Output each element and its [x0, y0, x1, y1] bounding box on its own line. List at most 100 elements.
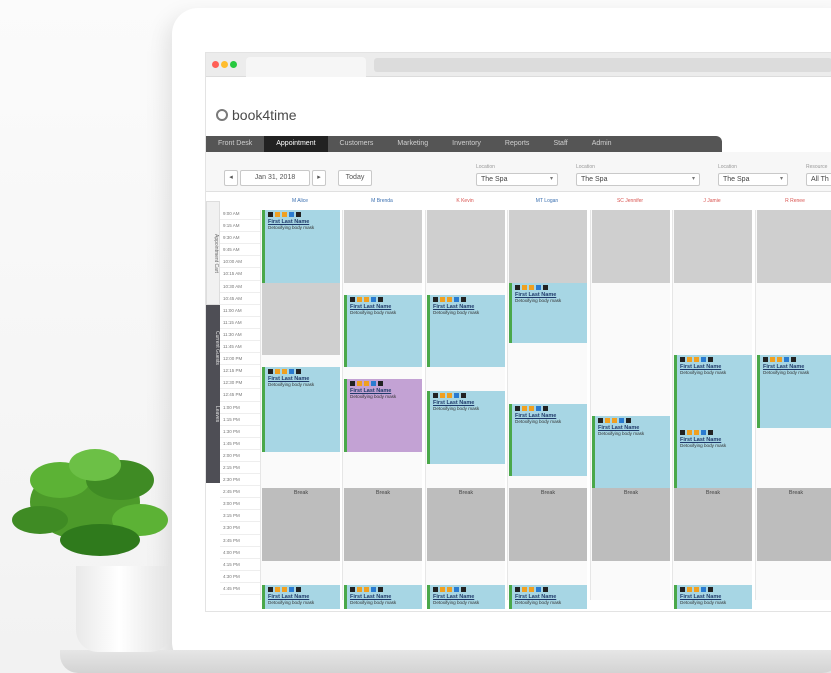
time-slot-label: 11:30 AM — [220, 329, 260, 342]
time-slot-label: 2:00 PM — [220, 450, 260, 462]
star-icon — [275, 369, 280, 375]
appointment-card[interactable]: First Last Name Detoxifying body mask — [344, 294, 422, 368]
browser-tab[interactable] — [246, 57, 366, 77]
break-block: Break — [592, 488, 670, 561]
staff-column[interactable]: First Last Name Detoxifying body mask Firs… — [425, 210, 505, 610]
appointment-status-icons — [515, 405, 584, 411]
calendar-icon — [680, 357, 685, 363]
nav-item-reports[interactable]: Reports — [493, 136, 542, 152]
gift-icon — [447, 587, 452, 592]
appointment-card[interactable]: First Last Name Detoxifying body mask — [262, 585, 340, 610]
prev-day-button[interactable]: ◂ — [224, 170, 238, 186]
appointment-card[interactable]: First Last Name Detoxifying body mask — [262, 367, 340, 452]
star-icon — [522, 284, 527, 290]
appointment-service: Detoxifying body mask — [515, 418, 562, 424]
appointment-card[interactable]: First Last Name Detoxifying body mask — [427, 585, 505, 610]
break-block: Break — [427, 488, 505, 561]
person-icon — [543, 284, 548, 290]
app-logo[interactable]: book4time — [216, 107, 297, 123]
appointment-card[interactable]: First Last Name Detoxifying body mask — [509, 403, 587, 477]
appointment-card[interactable]: First Last Name Detoxifying body mask — [344, 585, 422, 610]
close-window-dot[interactable] — [212, 61, 219, 68]
date-picker[interactable]: Jan 31, 2018 — [240, 170, 310, 186]
nav-item-front-desk[interactable]: Front Desk — [206, 136, 264, 152]
gift-icon — [447, 296, 452, 302]
appointment-service: Detoxifying body mask — [268, 224, 315, 230]
note-icon — [371, 381, 376, 387]
gift-icon — [282, 587, 287, 592]
nav-item-inventory[interactable]: Inventory — [440, 136, 493, 152]
appointment-cart-tab[interactable]: Appointment Cart — [206, 201, 220, 305]
person-icon — [461, 393, 466, 399]
appointment-card[interactable]: First Last Name Detoxifying body mask — [344, 379, 422, 452]
appointment-card[interactable]: First Last Name Detoxifying body mask — [262, 209, 340, 283]
staff-column-header[interactable]: MT Logan — [507, 198, 587, 204]
appointment-card[interactable]: First Last Name Detoxifying body mask — [674, 355, 752, 428]
appointment-card[interactable]: First Last Name Detoxifying body mask — [427, 294, 505, 368]
appointment-card[interactable]: First Last Name Detoxifying body mask — [674, 585, 752, 610]
staff-column[interactable]: First Last Name Detoxifying body mask Brea… — [755, 210, 831, 600]
appointment-status-icons — [268, 587, 337, 592]
current-guests-tab[interactable]: Current Guests — [206, 313, 220, 383]
appointment-card[interactable]: First Last Name Detoxifying body mask — [757, 355, 831, 428]
staff-column[interactable]: First Last Name Detoxifying body mask Firs… — [507, 210, 587, 610]
star-icon — [357, 587, 362, 592]
appointment-status-icons — [680, 429, 749, 435]
person-icon — [296, 369, 301, 375]
nav-item-staff[interactable]: Staff — [541, 136, 579, 152]
appointment-card[interactable]: First Last Name Detoxifying body mask — [427, 391, 505, 464]
star-icon — [440, 393, 445, 399]
person-icon — [708, 429, 713, 435]
appointment-card[interactable]: First Last Name Detoxifying body mask — [509, 585, 587, 610]
minimize-window-dot[interactable] — [221, 61, 228, 68]
note-icon — [619, 417, 624, 423]
url-bar[interactable] — [374, 58, 831, 72]
staff-column[interactable]: First Last Name Detoxifying body mask Firs… — [672, 210, 752, 610]
location-select-1[interactable]: The Spa ▾ — [476, 173, 558, 186]
nav-item-appointment[interactable]: Appointment — [264, 136, 328, 152]
appointment-status-icons — [268, 211, 337, 217]
time-slot-label: 9:15 AM — [220, 220, 260, 233]
star-icon — [770, 357, 775, 363]
location-select-2[interactable]: The Spa ▾ — [576, 173, 700, 186]
staff-column-header[interactable]: K Kevin — [425, 198, 505, 204]
time-slot-label: 10:00 AM — [220, 256, 260, 269]
location-select-3[interactable]: The Spa ▾ — [718, 173, 788, 186]
nav-item-admin[interactable]: Admin — [580, 136, 624, 152]
time-slot-label: 10:30 AM — [220, 281, 260, 293]
appointment-card[interactable]: First Last Name Detoxifying body mask — [509, 282, 587, 343]
star-icon — [522, 587, 527, 592]
appointment-service: Detoxifying body mask — [598, 430, 645, 436]
nav-item-marketing[interactable]: Marketing — [385, 136, 440, 152]
staff-column-header[interactable]: M Alice — [260, 198, 340, 204]
star-icon — [357, 296, 362, 302]
leaves-tab[interactable]: Leaves — [206, 389, 220, 439]
logo-text: book4time — [232, 107, 297, 123]
appointment-service: Detoxifying body mask — [433, 309, 480, 315]
gift-icon — [529, 587, 534, 592]
next-day-button[interactable]: ▸ — [312, 170, 326, 186]
calendar-icon — [268, 587, 273, 592]
time-slot-label: 4:30 PM — [220, 571, 260, 583]
staff-column-header[interactable]: J Jamie — [672, 198, 752, 204]
calendar-icon — [433, 393, 438, 399]
staff-column-header[interactable]: R Renee — [755, 198, 831, 204]
staff-column[interactable]: First Last Name Detoxifying body mask Brea… — [590, 210, 670, 600]
calendar-icon — [350, 296, 355, 302]
note-icon — [701, 429, 706, 435]
note-icon — [784, 357, 789, 363]
today-button[interactable]: Today — [338, 170, 372, 186]
maximize-window-dot[interactable] — [230, 61, 237, 68]
calendar-icon — [515, 405, 520, 411]
time-slot-label: 12:00 PM — [220, 353, 260, 366]
nav-item-customers[interactable]: Customers — [328, 136, 386, 152]
resource-select[interactable]: All Th — [806, 173, 831, 186]
staff-column[interactable]: First Last Name Detoxifying body mask Firs… — [342, 210, 422, 610]
staff-column-header[interactable]: M Brenda — [342, 198, 422, 204]
staff-column[interactable]: First Last Name Detoxifying body mask Firs… — [260, 209, 340, 610]
time-slot-label: 11:00 AM — [220, 305, 260, 317]
person-icon — [791, 357, 796, 363]
person-icon — [461, 587, 466, 592]
staff-column-header[interactable]: SC Jennifer — [590, 198, 670, 204]
person-icon — [378, 381, 383, 387]
